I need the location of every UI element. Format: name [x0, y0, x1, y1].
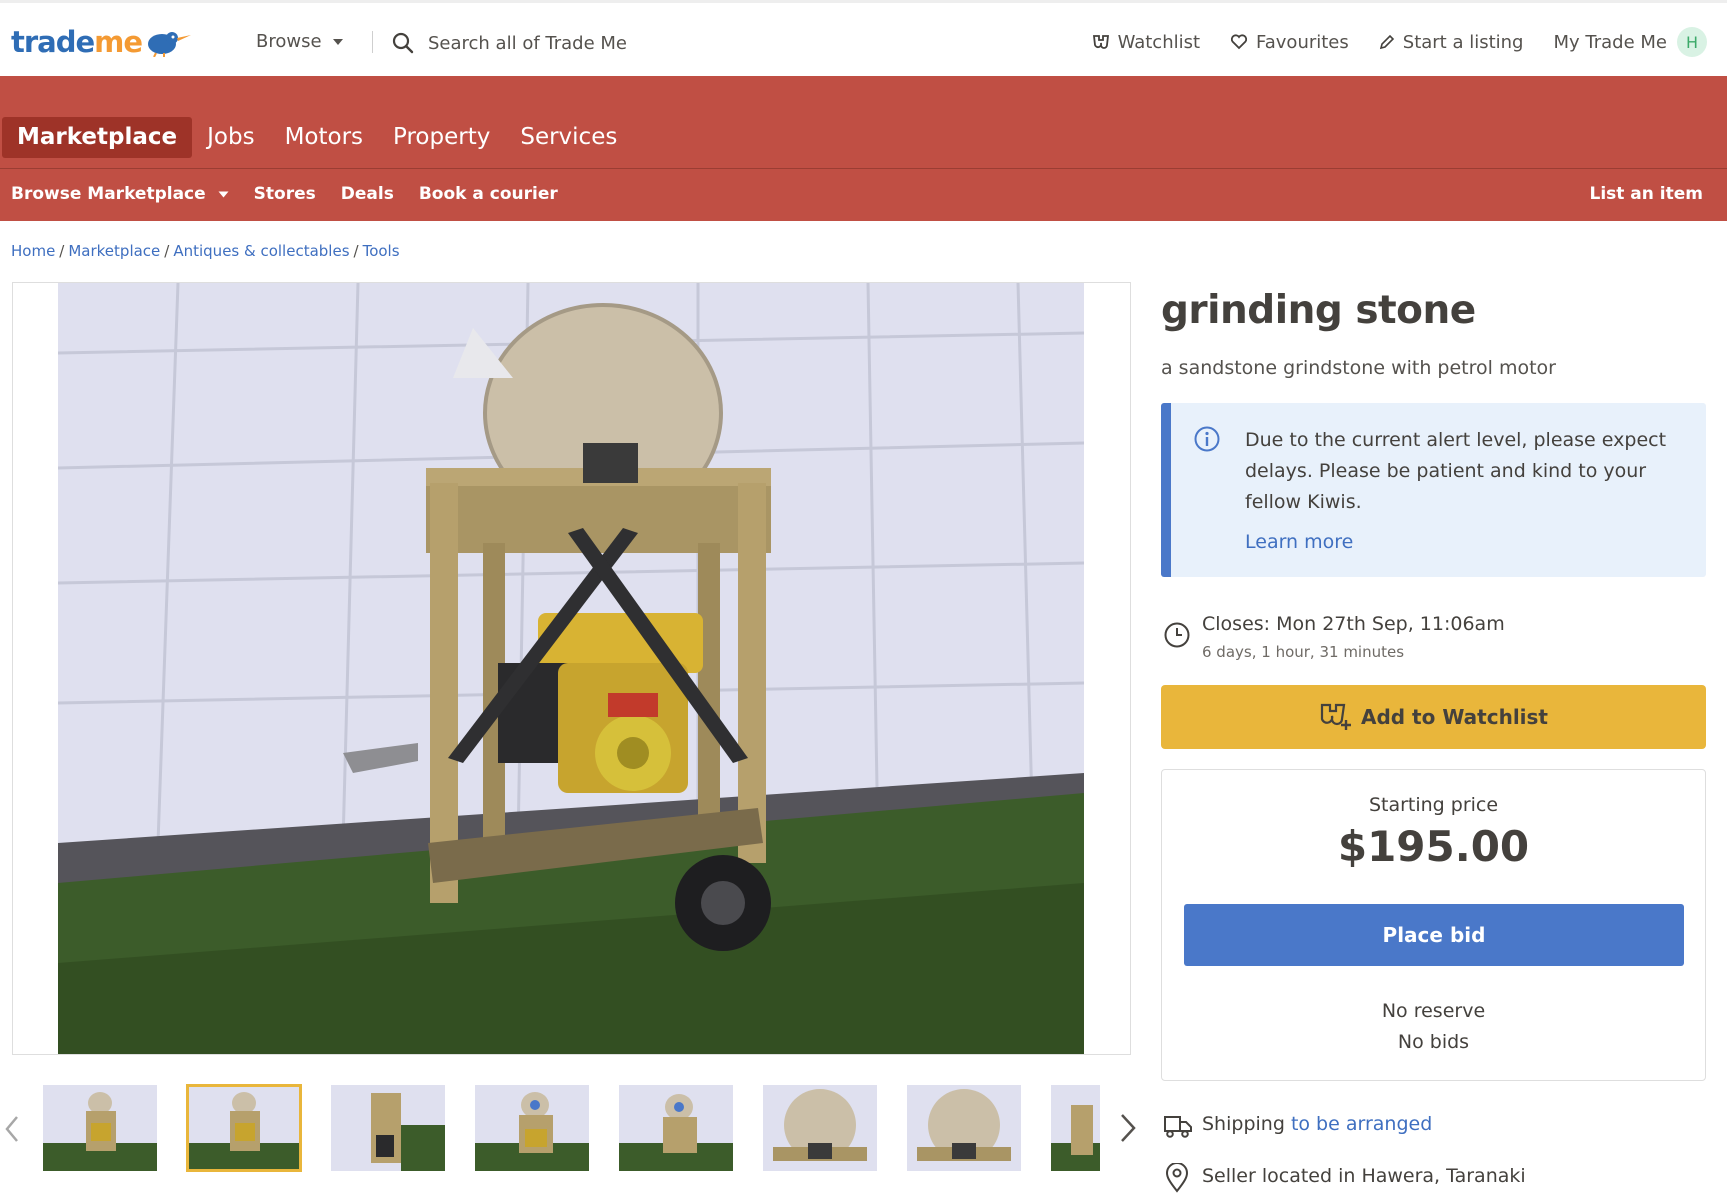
- pencil-icon: [1379, 34, 1394, 50]
- thumbnail-7[interactable]: [907, 1085, 1021, 1171]
- thumbnail-image: [907, 1085, 1021, 1171]
- kiwi-bird-icon: [148, 32, 192, 57]
- thumbnail-4[interactable]: [475, 1085, 589, 1171]
- thumbnail-image: [763, 1085, 877, 1171]
- thumbnail-1[interactable]: [43, 1085, 157, 1171]
- listing-details: grinding stone a sandstone grindstone wi…: [1161, 282, 1706, 1193]
- bid-panel: Starting price $195.00 Place bid No rese…: [1161, 769, 1706, 1081]
- thumbnail-5[interactable]: [619, 1085, 733, 1171]
- thumbnail-8-partial[interactable]: [1051, 1085, 1100, 1171]
- thumbnail-6[interactable]: [763, 1085, 877, 1171]
- place-bid-button[interactable]: Place bid: [1184, 904, 1684, 966]
- list-an-item-link[interactable]: List an item: [1589, 184, 1703, 204]
- listing-title: grinding stone: [1161, 288, 1476, 333]
- favourites-link[interactable]: Favourites: [1230, 32, 1349, 53]
- marketplace-nav: Marketplace Jobs Motors Property Service…: [0, 76, 1727, 221]
- shipping-arranged-link[interactable]: to be arranged: [1291, 1113, 1432, 1135]
- search-icon[interactable]: [392, 32, 414, 54]
- alert-banner: Due to the current alert level, please e…: [1161, 403, 1706, 577]
- stores-link[interactable]: Stores: [254, 184, 316, 204]
- map-pin-icon: [1165, 1163, 1189, 1193]
- favourites-label: Favourites: [1256, 31, 1349, 53]
- thumbnail-3[interactable]: [331, 1085, 445, 1171]
- closes-date: Closes: Mon 27th Sep, 11:06am: [1202, 613, 1505, 635]
- watchlist-label: Watchlist: [1117, 31, 1201, 53]
- alert-text: Due to the current alert level, please e…: [1245, 429, 1667, 513]
- tab-property[interactable]: Property: [378, 117, 505, 158]
- thumbnail-image: [619, 1085, 733, 1171]
- sub-navigation: Browse Marketplace Stores Deals Book a c…: [11, 184, 558, 204]
- top-header: trademe Browse Watchlist Favourites Star…: [0, 0, 1727, 76]
- caret-down-icon: [218, 191, 229, 197]
- starting-price-label: Starting price: [1368, 794, 1499, 816]
- deals-link[interactable]: Deals: [341, 184, 394, 204]
- breadcrumb-separator: /: [59, 242, 65, 260]
- browse-dropdown[interactable]: Browse: [256, 31, 344, 52]
- breadcrumb-separator: /: [164, 242, 170, 260]
- add-to-watchlist-label: Add to Watchlist: [1360, 705, 1548, 729]
- search-input[interactable]: [428, 32, 788, 54]
- my-trade-me-link[interactable]: My Trade Me: [1553, 32, 1667, 53]
- shipping-info: Shipping to be arranged: [1161, 1111, 1706, 1141]
- truck-icon: [1164, 1116, 1192, 1138]
- browse-marketplace-dropdown[interactable]: Browse Marketplace: [11, 184, 229, 204]
- binoculars-plus-icon: [1320, 703, 1351, 730]
- search-bar: [392, 27, 812, 59]
- caret-down-icon: [332, 38, 343, 45]
- logo-text-trade: trade: [11, 25, 95, 59]
- breadcrumb: Home / Marketplace / Antiques & collectabl…: [11, 242, 400, 260]
- shipping-prefix: Shipping: [1202, 1113, 1285, 1135]
- breadcrumb-antiques[interactable]: Antiques & collectables: [173, 242, 349, 260]
- breadcrumb-marketplace[interactable]: Marketplace: [68, 242, 160, 260]
- thumbnail-next-chevron-icon[interactable]: [1119, 1113, 1137, 1143]
- learn-more-link[interactable]: Learn more: [1245, 531, 1353, 553]
- header-links: Watchlist Favourites Start a listing My …: [1092, 27, 1707, 57]
- breadcrumb-tools[interactable]: Tools: [363, 242, 400, 260]
- start-listing-label: Start a listing: [1402, 31, 1524, 53]
- reserve-status: No reserve: [1381, 1000, 1486, 1022]
- book-courier-link[interactable]: Book a courier: [419, 184, 558, 204]
- seller-location: Seller located in Hawera, Taranaki: [1161, 1163, 1706, 1193]
- start-listing-link[interactable]: Start a listing: [1379, 31, 1524, 53]
- tab-marketplace[interactable]: Marketplace: [2, 117, 193, 158]
- listing-subtitle: a sandstone grindstone with petrol motor: [1161, 357, 1556, 379]
- browse-marketplace-label: Browse Marketplace: [11, 184, 206, 204]
- breadcrumb-separator: /: [353, 242, 359, 260]
- main-photo-frame[interactable]: [12, 282, 1131, 1055]
- thumbnail-strip: [0, 1084, 1145, 1172]
- starting-price-value: $195.00: [1337, 822, 1530, 871]
- heart-icon: [1231, 34, 1248, 50]
- trademe-logo[interactable]: trademe: [11, 25, 192, 59]
- thumbnail-image: [331, 1085, 445, 1171]
- binoculars-icon: [1092, 35, 1109, 49]
- thumbnail-image: [187, 1085, 301, 1171]
- thumbnail-2-selected[interactable]: [186, 1084, 302, 1172]
- watchlist-link[interactable]: Watchlist: [1092, 32, 1200, 53]
- vertical-tabs: Marketplace Jobs Motors Property Service…: [2, 117, 632, 158]
- thumbnail-image: [475, 1085, 589, 1171]
- closes-remaining: 6 days, 1 hour, 31 minutes: [1202, 643, 1405, 661]
- thumbnail-image: [1051, 1085, 1100, 1171]
- clock-icon: [1164, 622, 1190, 648]
- bid-count: No bids: [1397, 1031, 1470, 1053]
- avatar[interactable]: H: [1677, 27, 1707, 57]
- breadcrumb-home[interactable]: Home: [11, 242, 55, 260]
- thumbnail-image: [43, 1085, 157, 1171]
- browse-label: Browse: [256, 31, 322, 52]
- header-divider: [372, 31, 373, 53]
- tab-jobs[interactable]: Jobs: [192, 117, 269, 158]
- info-icon: [1194, 426, 1220, 452]
- my-trade-me-label: My Trade Me: [1553, 31, 1667, 53]
- seller-location-text: Seller located in Hawera, Taranaki: [1202, 1165, 1526, 1187]
- tab-services[interactable]: Services: [505, 117, 632, 158]
- nav-divider: [0, 168, 1727, 169]
- main-photo-grindstone[interactable]: [58, 283, 1084, 1054]
- add-to-watchlist-button[interactable]: Add to Watchlist: [1161, 685, 1706, 749]
- tab-motors[interactable]: Motors: [270, 117, 378, 158]
- closing-time: Closes: Mon 27th Sep, 11:06am 6 days, 1 …: [1161, 613, 1706, 665]
- logo-text-me: me: [94, 25, 143, 59]
